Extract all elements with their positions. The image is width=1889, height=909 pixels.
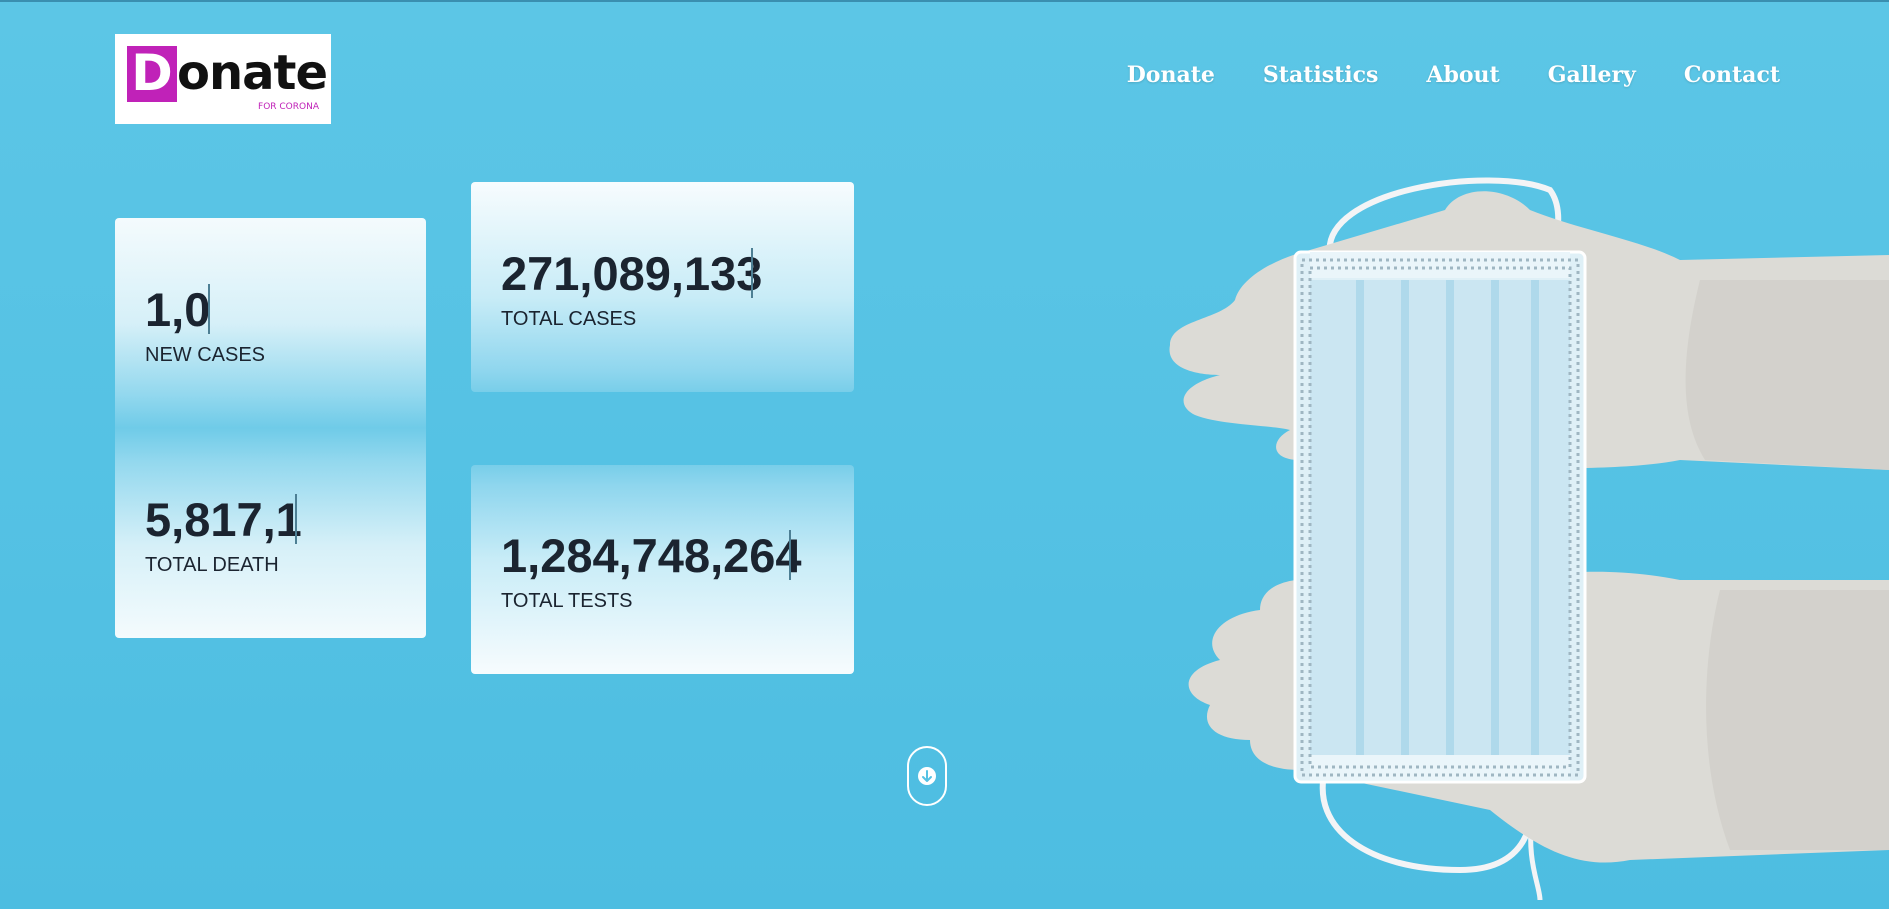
stats-card-left: 1,0 NEW CASES 5,817,1 TOTAL DEATH: [115, 218, 426, 638]
site-logo[interactable]: D onate FOR CORONA: [115, 34, 331, 124]
arrow-down-icon: [918, 767, 936, 785]
total-death-label: TOTAL DEATH: [145, 554, 279, 576]
logo-letter: D: [131, 44, 173, 102]
hero-mask-image: [1169, 177, 1889, 901]
total-tests-value: 1,284,748,264: [501, 529, 802, 582]
nav-about[interactable]: About: [1426, 62, 1499, 88]
new-cases-label: NEW CASES: [145, 344, 266, 366]
total-tests-card: 1,284,748,264 TOTAL TESTS: [471, 465, 854, 674]
total-tests-caret: [789, 530, 791, 580]
main-nav: Donate Statistics About Gallery Contact: [1127, 62, 1780, 88]
logo-tagline: FOR CORONA: [258, 102, 319, 112]
top-border: [0, 0, 1889, 2]
scroll-down-button[interactable]: [907, 746, 947, 806]
total-death-value: 5,817,1: [145, 493, 302, 546]
nav-donate[interactable]: Donate: [1127, 62, 1215, 88]
new-cases-value: 1,0: [145, 283, 211, 336]
total-cases-value: 271,089,133: [501, 247, 763, 300]
nav-contact[interactable]: Contact: [1684, 62, 1780, 88]
logo-wordmark: onate: [177, 45, 328, 101]
total-tests-label: TOTAL TESTS: [501, 590, 633, 612]
new-cases-caret: [208, 284, 210, 334]
total-cases-card: 271,089,133 TOTAL CASES: [471, 182, 854, 392]
total-cases-caret: [751, 248, 753, 298]
nav-statistics[interactable]: Statistics: [1263, 62, 1379, 88]
total-death-caret: [295, 494, 297, 544]
nav-gallery[interactable]: Gallery: [1548, 62, 1636, 88]
total-cases-label: TOTAL CASES: [501, 308, 637, 330]
